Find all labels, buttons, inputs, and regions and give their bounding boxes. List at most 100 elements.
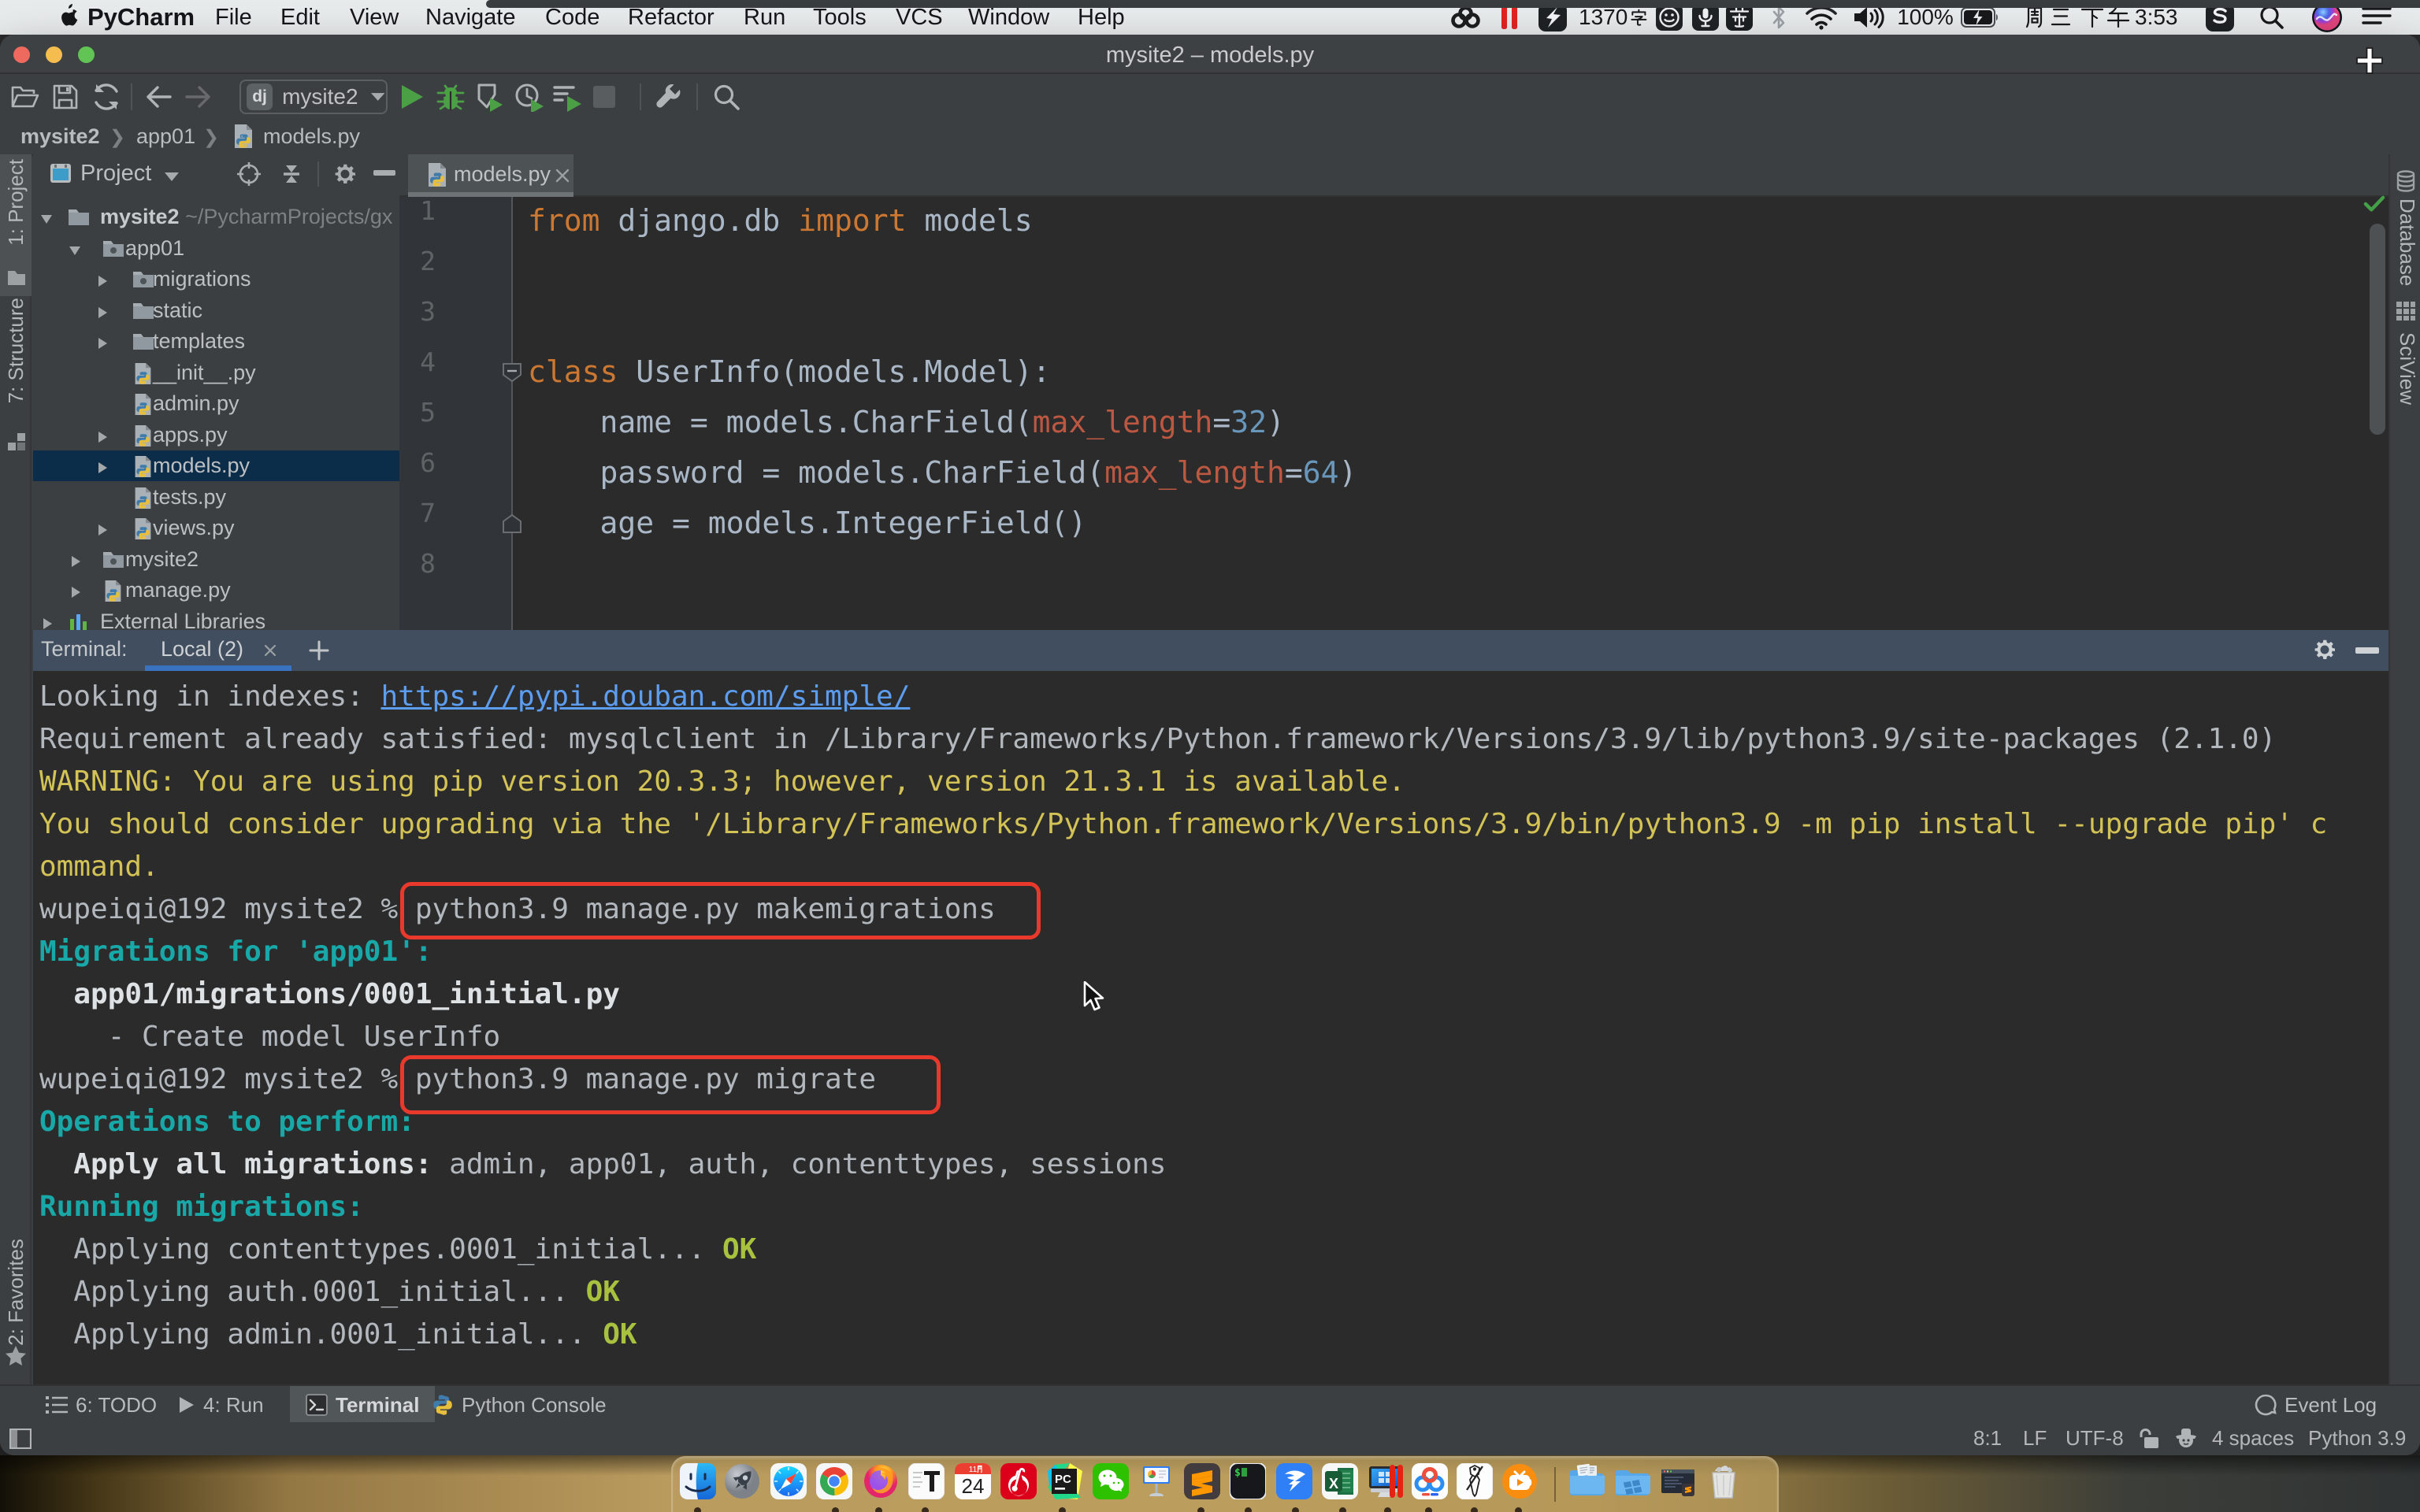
menu-code[interactable]: Code [545,4,599,31]
save-all-button[interactable] [52,76,79,118]
dock-keynote-icon[interactable] [1138,1463,1175,1499]
dock-pycharm-icon[interactable]: PC [1046,1463,1082,1499]
menu-edit[interactable]: Edit [280,4,320,31]
stripe-sciview-button[interactable]: SciView [2395,332,2419,405]
hide-project-panel-button[interactable] [373,170,395,176]
code-line-4[interactable]: class UserInfo(models.Model): [528,346,1050,397]
inspection-ok-icon[interactable] [2363,194,2385,214]
stripe-project-button[interactable]: 1: Project [4,159,28,246]
python-interpreter[interactable]: Python 3.9 [2308,1426,2406,1451]
tree-item-static[interactable]: static [33,295,399,326]
code-line-7[interactable]: age = models.IntegerField() [528,498,1086,548]
dock-terminal-app-icon[interactable]: $ [1230,1463,1266,1499]
tree-item-admin-py[interactable]: admin.py [33,388,399,419]
dock-wechat-icon[interactable] [1093,1463,1129,1499]
code-line-6[interactable]: password = models.CharField(max_length=6… [528,447,1357,498]
dock-trash-icon[interactable] [1706,1463,1742,1499]
lock-icon[interactable] [2136,1428,2160,1450]
menu-navigate[interactable]: Navigate [425,4,515,31]
settings-wrench-button[interactable] [654,76,682,118]
editor-area[interactable]: models.py 1 2 3 4 5 6 7 8 from django.db… [399,154,2388,630]
terminal-settings-gear-icon[interactable] [2312,637,2337,662]
debug-button[interactable] [435,76,466,118]
run-with-coverage-button[interactable] [474,76,504,118]
dock-minimized-window-icon[interactable] [1660,1463,1696,1499]
run-with-parameters-button[interactable] [551,76,583,118]
editor-scrollbar[interactable] [2370,224,2385,435]
tree-item-app01[interactable]: app01 [33,233,399,264]
close-terminal-tab-icon[interactable] [263,643,277,658]
stripe-structure-button[interactable]: 7: Structure [4,298,28,403]
dock-parallels-icon[interactable] [1368,1463,1404,1499]
dock-finder-icon[interactable] [680,1463,716,1499]
dock-baidu-netdisk-icon[interactable] [1412,1463,1448,1499]
terminal-tool-window[interactable]: Terminal: Local (2) Looking in indexes: … [33,630,2388,1384]
stripe-database-button[interactable]: Database [2395,198,2419,286]
locate-file-button[interactable] [236,161,262,187]
menu-refactor[interactable]: Refactor [628,4,714,31]
dock-launchpad-icon[interactable] [724,1463,760,1499]
tree-item-tests-py[interactable]: tests.py [33,482,399,513]
breadcrumb-file[interactable]: models.py [263,124,360,149]
menu-window[interactable]: Window [968,4,1049,31]
profile-button[interactable] [514,76,544,118]
dock-calendar-icon[interactable]: 11 24 [955,1463,991,1499]
tree-item-views-py[interactable]: views.py [33,513,399,543]
tree-item-models-py[interactable]: models.py [33,450,399,481]
stripe-favorites-button[interactable]: 2: Favorites [4,1239,28,1346]
window-title-bar[interactable]: mysite2 – models.py [0,35,2420,74]
new-terminal-session-button[interactable] [309,640,329,661]
menu-app-name[interactable]: PyCharm [87,4,195,31]
dock-typora-icon[interactable] [908,1463,945,1499]
tree-item-migrations[interactable]: migrations [33,264,399,295]
open-file-button[interactable] [11,76,39,118]
menu-run[interactable]: Run [744,4,785,31]
tree-item-templates[interactable]: templates [33,326,399,357]
dock-excel-icon[interactable]: X [1322,1463,1358,1499]
apple-menu[interactable] [58,3,79,28]
search-everywhere-button[interactable] [712,76,740,118]
menu-file[interactable]: File [215,4,252,31]
dock-firefox-icon[interactable] [863,1463,899,1499]
menu-view[interactable]: View [350,4,399,31]
hector-inspector-icon[interactable] [2174,1427,2198,1451]
synchronize-button[interactable] [91,76,121,118]
run-configuration-select[interactable]: dj mysite2 [239,80,388,114]
dock-netease-music-icon[interactable] [1000,1463,1037,1499]
tree-item-init-py[interactable]: __init__.py [33,358,399,388]
dock-orange-tv-icon[interactable] [1501,1463,1538,1499]
terminal-tab-local2[interactable]: Local (2) [145,630,291,671]
tree-item-external-libraries[interactable]: External Libraries [33,606,399,630]
file-encoding[interactable]: UTF-8 [2066,1426,2124,1451]
toolwindow-run-button[interactable]: 4: Run [178,1386,264,1424]
toolwindow-toggle-icon[interactable] [9,1429,32,1449]
fold-marker-collapse[interactable] [501,361,523,384]
forward-button[interactable] [184,76,213,118]
menu-tools[interactable]: Tools [813,4,867,31]
line-separator[interactable]: LF [2023,1426,2047,1451]
indent-setting[interactable]: 4 spaces [2212,1426,2294,1451]
breadcrumb-package[interactable]: app01 [136,124,195,149]
project-panel-header[interactable]: Project [33,154,399,194]
pypi-link[interactable]: https://pypi.douban.com/simple/ [380,680,910,713]
code-line-5[interactable]: name = models.CharField(max_length=32) [528,397,1285,447]
close-tab-icon[interactable] [555,168,570,183]
toolwindow-python-console-button[interactable]: Python Console [432,1386,607,1424]
tree-item-apps-py[interactable]: apps.py [33,420,399,450]
code-line-1[interactable]: from django.db import models [528,195,1033,246]
event-log-button[interactable]: Event Log [2255,1386,2377,1424]
dock-dingtalk-icon[interactable] [1276,1463,1312,1499]
tree-item-manage-py[interactable]: manage.py [33,575,399,606]
project-settings-gear-icon[interactable] [332,161,358,187]
dock-tie-app-icon[interactable] [1457,1463,1493,1499]
dock-sublime-icon[interactable] [1184,1463,1220,1499]
dock-windows-folder-icon[interactable] [1614,1463,1650,1499]
tree-item-mysite2-pkg[interactable]: mysite2 [33,544,399,575]
menu-vcs[interactable]: VCS [896,4,943,31]
breadcrumb-project[interactable]: mysite2 [20,124,100,149]
dock-chrome-icon[interactable] [816,1463,852,1499]
dock-documents-folder-icon[interactable] [1568,1463,1605,1499]
collapse-all-button[interactable] [279,161,304,187]
menu-help[interactable]: Help [1078,4,1125,31]
tab-models-py[interactable]: models.py [408,154,573,197]
